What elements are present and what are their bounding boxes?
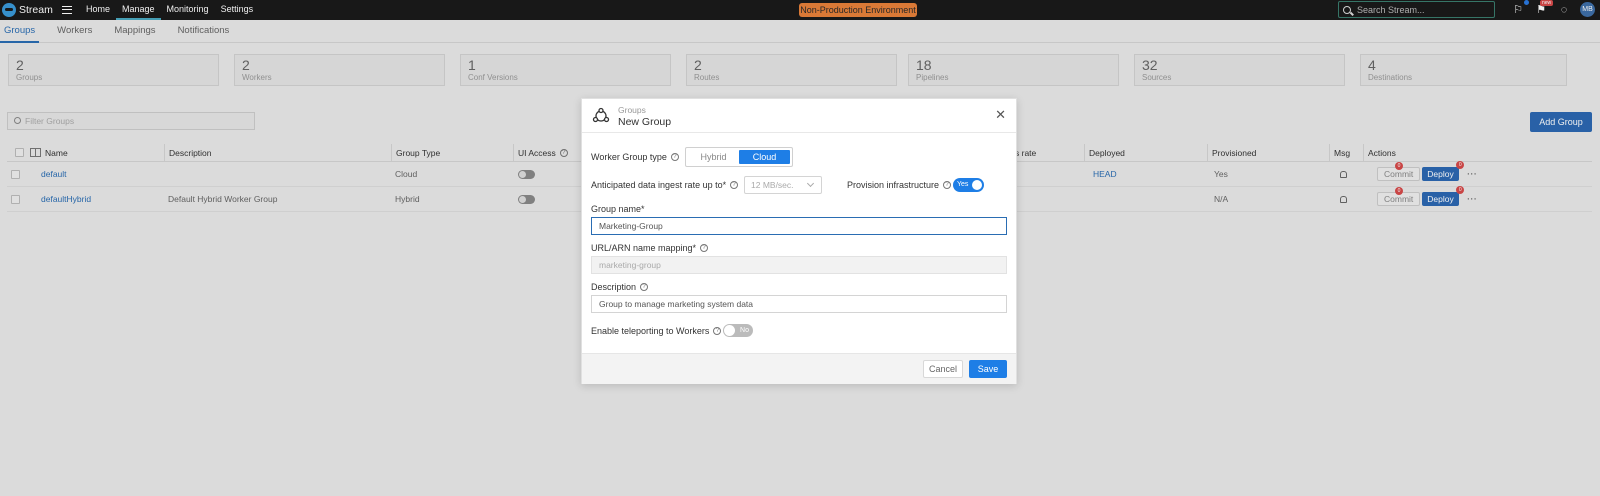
help-icon[interactable]: ?	[670, 153, 679, 161]
provision-infrastructure-label: Provision infrastructure ?	[847, 180, 952, 190]
worker-group-type-label: Worker Group type ?	[591, 152, 679, 162]
toggle-state-label: Yes	[957, 181, 969, 188]
teleport-text: Enable teleporting to Workers	[591, 326, 710, 336]
group-name-label: Group name*	[591, 204, 645, 214]
teleport-label: Enable teleporting to Workers ?	[591, 326, 722, 336]
modal-title: New Group	[618, 116, 672, 128]
group-name-input[interactable]: Marketing-Group	[591, 217, 1007, 235]
url-arn-label: URL/ARN name mapping* ?	[591, 243, 709, 253]
help-icon[interactable]: ?	[713, 327, 722, 335]
type-option-cloud[interactable]: Cloud	[739, 150, 790, 164]
url-arn-input: marketing-group	[591, 256, 1007, 274]
description-label: Description ?	[591, 282, 649, 292]
help-icon[interactable]: ?	[943, 181, 952, 189]
modal-footer: Cancel Save	[582, 353, 1016, 384]
help-icon[interactable]: ?	[700, 244, 709, 252]
help-icon[interactable]: ?	[640, 283, 649, 291]
teleport-toggle[interactable]: No	[723, 324, 753, 337]
toggle-state-label: No	[740, 327, 749, 334]
provision-infrastructure-toggle[interactable]: Yes	[953, 178, 984, 192]
worker-group-type-selector: Hybrid Cloud	[685, 147, 793, 167]
provision-text: Provision infrastructure	[847, 180, 940, 190]
new-group-modal: Groups New Group ✕ Worker Group type ? H…	[581, 98, 1017, 384]
save-button[interactable]: Save	[969, 360, 1007, 378]
help-icon[interactable]: ?	[730, 181, 739, 189]
worker-group-type-text: Worker Group type	[591, 152, 667, 162]
modal-breadcrumb[interactable]: Groups	[618, 105, 646, 115]
ingest-rate-label: Anticipated data ingest rate up to* ?	[591, 180, 739, 190]
url-arn-text: URL/ARN name mapping*	[591, 243, 697, 253]
description-input[interactable]: Group to manage marketing system data	[591, 295, 1007, 313]
cancel-button[interactable]: Cancel	[923, 360, 963, 378]
worker-groups-icon	[592, 107, 610, 123]
close-icon[interactable]: ✕	[995, 108, 1006, 121]
description-text: Description	[591, 282, 637, 292]
ingest-rate-select[interactable]: 12 MB/sec.	[744, 176, 822, 194]
modal-header: Groups New Group ✕	[582, 99, 1016, 133]
ingest-rate-text: Anticipated data ingest rate up to*	[591, 180, 727, 190]
type-option-hybrid[interactable]: Hybrid	[688, 150, 739, 164]
